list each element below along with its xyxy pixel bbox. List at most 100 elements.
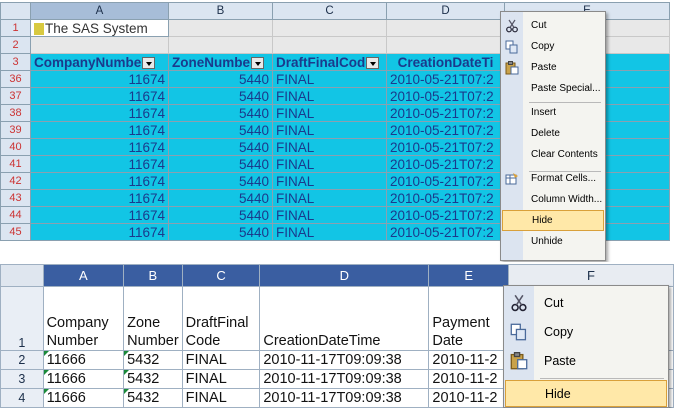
company-number-cell[interactable]: 11666 [42,369,125,389]
smart-tag-icon[interactable] [34,22,44,35]
zone-cell[interactable]: 5440 [168,104,273,122]
creation-datetime-cell[interactable]: 2010-11-17T09:09:38 [259,369,430,389]
zone-number-cell[interactable]: 5432 [123,350,183,370]
empty-cell[interactable] [272,36,387,54]
zone-number-cell[interactable]: 5432 [123,369,183,389]
company-cell[interactable]: 11674 [30,155,169,173]
header-cell-zone-number[interactable]: Zone Number [123,286,183,351]
header-cell-zone[interactable]: ZoneNumbe [168,53,273,71]
menu-item-hide[interactable]: Hide [502,210,604,231]
top-row-header-3[interactable]: 3 [0,53,31,71]
header-cell-payment-date[interactable]: Payment Date [428,286,510,351]
header-cell-creation-datetime[interactable]: CreationDateTime [259,286,430,351]
creation-cell[interactable]: 2010-05-21T07:2 [386,138,505,156]
row-header[interactable]: 2 [0,350,44,370]
creation-cell[interactable]: 2010-05-21T07:2 [386,189,505,207]
row-header[interactable]: 43 [0,189,31,207]
draftfinal-code-cell[interactable]: FINAL [181,350,261,370]
row-header[interactable]: 36 [0,70,31,88]
header-cell-company-number[interactable]: Company Number [42,286,125,351]
creation-cell[interactable]: 2010-05-21T07:2 [386,155,505,173]
zone-cell[interactable]: 5440 [168,70,273,88]
company-number-cell[interactable]: 11666 [42,350,125,370]
draft-cell[interactable]: FINAL [272,189,387,207]
menu-item-column-width[interactable]: Column Width... [501,189,605,210]
empty-cell[interactable] [168,36,273,54]
draftfinal-code-cell[interactable]: FINAL [181,388,261,408]
bottom-col-header-e[interactable]: E [428,264,510,287]
menu-item-hide[interactable]: Hide [505,380,667,407]
zone-cell[interactable]: 5440 [168,206,273,224]
title-cell[interactable]: The SAS System [30,19,169,37]
empty-cell[interactable] [30,36,169,54]
row-header[interactable]: 44 [0,206,31,224]
draft-cell[interactable]: FINAL [272,87,387,105]
draft-cell[interactable]: FINAL [272,70,387,88]
zone-cell[interactable]: 5440 [168,155,273,173]
filter-dropdown-icon[interactable] [366,56,380,69]
bottom-select-all-corner[interactable] [0,264,44,287]
zone-cell[interactable]: 5440 [168,172,273,190]
filter-dropdown-icon[interactable] [142,56,156,69]
top-row-header-2[interactable]: 2 [0,36,31,54]
row-header[interactable]: 38 [0,104,31,122]
menu-item-copy[interactable]: Copy [504,317,668,346]
creation-cell[interactable]: 2010-05-21T07:2 [386,206,505,224]
top-select-all-corner[interactable] [0,2,31,20]
header-cell-company[interactable]: CompanyNumbe [30,53,169,71]
zone-number-cell[interactable]: 5432 [123,388,183,408]
row-header[interactable]: 42 [0,172,31,190]
creation-datetime-cell[interactable]: 2010-11-17T09:09:38 [259,388,430,408]
row-header[interactable]: 4 [0,388,44,408]
draft-cell[interactable]: FINAL [272,223,387,241]
row-header[interactable]: 37 [0,87,31,105]
row-header[interactable]: 45 [0,223,31,241]
creation-cell[interactable]: 2010-05-21T07:2 [386,121,505,139]
bottom-col-header-c[interactable]: C [181,264,261,287]
company-cell[interactable]: 11674 [30,172,169,190]
header-cell-draftfinal-code[interactable]: DraftFinal Code [181,286,261,351]
company-cell[interactable]: 11674 [30,189,169,207]
company-cell[interactable]: 11674 [30,138,169,156]
menu-item-cut[interactable]: Cut [504,288,668,317]
menu-item-copy[interactable]: Copy [501,36,605,57]
company-cell[interactable]: 11674 [30,70,169,88]
company-cell[interactable]: 11674 [30,206,169,224]
zone-cell[interactable]: 5440 [168,87,273,105]
bottom-col-header-d[interactable]: D [259,264,430,287]
draft-cell[interactable]: FINAL [272,104,387,122]
top-col-header-b[interactable]: B [168,2,273,20]
payment-date-cell[interactable]: 2010-11-2 [428,350,510,370]
bottom-col-header-a[interactable]: A [42,264,125,287]
company-cell[interactable]: 11674 [30,223,169,241]
header-cell-draft[interactable]: DraftFinalCod [272,53,387,71]
draft-cell[interactable]: FINAL [272,206,387,224]
header-cell-creation[interactable]: CreationDateTi [386,53,505,71]
menu-item-unhide[interactable]: Unhide [501,231,605,252]
empty-cell[interactable] [386,36,505,54]
top-col-header-a[interactable]: A [30,2,169,20]
draft-cell[interactable]: FINAL [272,138,387,156]
zone-cell[interactable]: 5440 [168,121,273,139]
row-header[interactable]: 39 [0,121,31,139]
menu-item-format-cells[interactable]: Format Cells... [501,168,605,189]
company-number-cell[interactable]: 11666 [42,388,125,408]
menu-item-insert[interactable]: Insert [501,102,605,123]
filter-dropdown-icon[interactable] [251,56,265,69]
draftfinal-code-cell[interactable]: FINAL [181,369,261,389]
creation-cell[interactable]: 2010-05-21T07:2 [386,87,505,105]
creation-cell[interactable]: 2010-05-21T07:2 [386,223,505,241]
zone-cell[interactable]: 5440 [168,223,273,241]
payment-date-cell[interactable]: 2010-11-2 [428,369,510,389]
row-header[interactable]: 3 [0,369,44,389]
top-col-header-c[interactable]: C [272,2,387,20]
zone-cell[interactable]: 5440 [168,138,273,156]
menu-item-clear-contents[interactable]: Clear Contents [501,144,605,165]
bottom-col-header-f[interactable]: F [508,264,674,287]
empty-cell[interactable] [168,19,273,37]
menu-item-delete[interactable]: Delete [501,123,605,144]
row-header[interactable]: 41 [0,155,31,173]
menu-item-paste[interactable]: Paste [504,346,668,375]
draft-cell[interactable]: FINAL [272,172,387,190]
creation-datetime-cell[interactable]: 2010-11-17T09:09:38 [259,350,430,370]
